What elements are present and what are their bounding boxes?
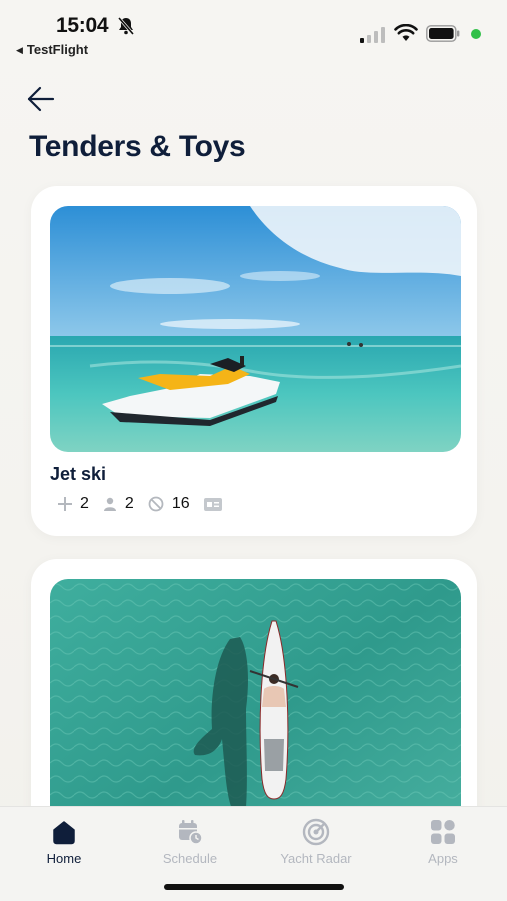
status-bar: 15:04 ◀ TestFlight — [0, 0, 507, 62]
jet-ski-photo — [50, 206, 461, 452]
back-triangle-icon: ◀ — [16, 45, 23, 55]
tab-label: Home — [46, 851, 82, 866]
calendar-clock-icon — [179, 820, 203, 845]
spec-min-age: 16 — [148, 495, 190, 513]
back-arrow-icon[interactable] — [26, 86, 56, 112]
back-app-label: TestFlight — [26, 42, 89, 57]
id-card-icon — [203, 497, 222, 511]
tab-label: Schedule — [162, 851, 218, 866]
battery-icon — [426, 25, 460, 42]
cellular-signal-icon — [360, 27, 385, 43]
tab-schedule[interactable]: Schedule — [130, 817, 250, 866]
back-to-app-link[interactable]: ◀ TestFlight — [16, 42, 88, 57]
wifi-icon — [394, 24, 418, 41]
tab-home[interactable]: Home — [4, 817, 124, 866]
tab-yacht-radar[interactable]: Yacht Radar — [256, 817, 376, 866]
spec-value: 16 — [171, 495, 190, 512]
item-name: Jet ski — [50, 464, 107, 484]
radar-icon — [302, 818, 330, 846]
home-indicator[interactable] — [164, 884, 344, 890]
item-specs: 2 2 16 — [58, 494, 244, 514]
tab-apps[interactable]: Apps — [383, 817, 503, 866]
home-icon — [53, 821, 75, 845]
spec-capacity-plus: 2 — [58, 495, 89, 513]
spec-value: 2 — [124, 495, 134, 512]
green-dot-indicator — [471, 29, 481, 39]
spec-value: 2 — [80, 495, 89, 512]
tab-label: Apps — [428, 851, 458, 866]
item-card-jet-ski[interactable]: Jet ski 2 2 16 — [31, 186, 477, 536]
spec-persons: 2 — [103, 495, 134, 513]
bell-slash-icon — [117, 17, 135, 35]
apps-grid-icon — [431, 820, 455, 844]
status-time: 15:04 — [56, 14, 109, 37]
spec-license — [203, 497, 230, 511]
person-icon — [103, 497, 116, 511]
page-title: Tenders & Toys — [29, 130, 246, 163]
plus-icon — [58, 497, 72, 511]
tab-label: Yacht Radar — [280, 851, 352, 866]
no-entry-icon — [148, 496, 164, 512]
